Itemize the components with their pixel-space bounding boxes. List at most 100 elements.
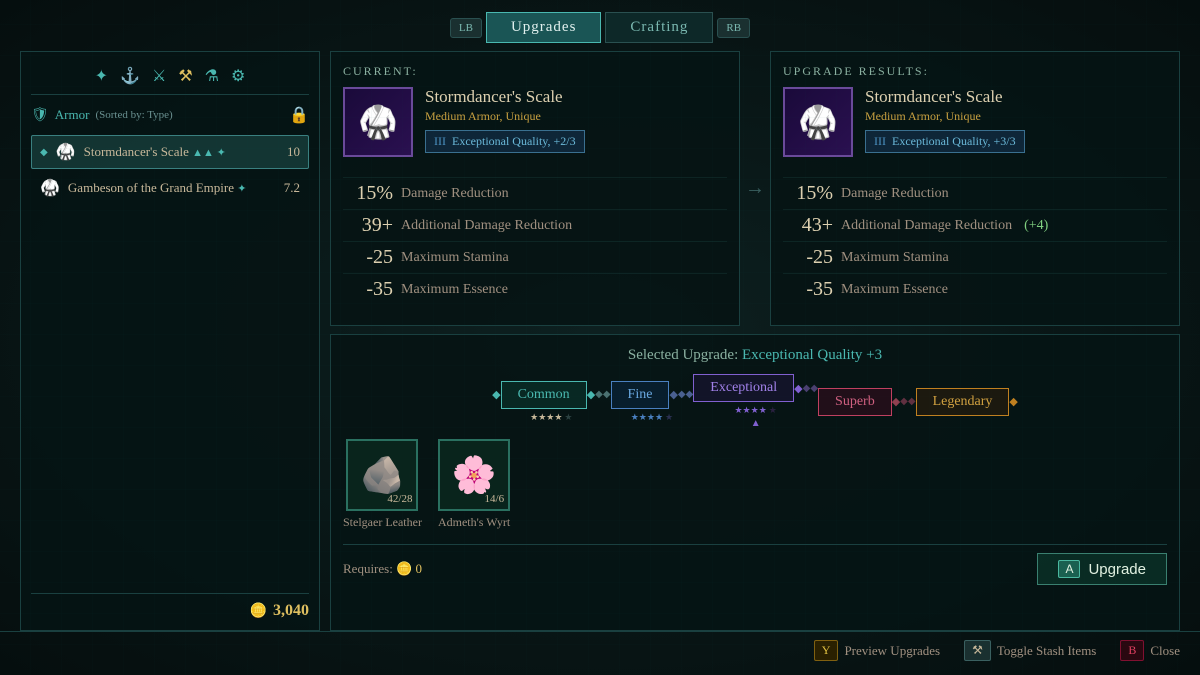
material-item: 🪨 42/28 Stelgaer Leather: [343, 439, 422, 530]
lock-icon: 🔒: [289, 105, 309, 125]
item-icon: 🥋: [56, 142, 76, 162]
upgrade-results-panel: UPGRADE RESULTS: 🥋 Stormdancer's Scale M…: [770, 51, 1180, 326]
tier-legendary[interactable]: Legendary ◆: [916, 388, 1018, 416]
stat-value: -25: [783, 246, 833, 269]
preview-label: Preview Upgrades: [844, 643, 940, 659]
stat-label: Maximum Stamina: [401, 246, 509, 266]
quality-bars: III: [874, 134, 886, 149]
results-details: Stormdancer's Scale Medium Armor, Unique…: [865, 87, 1167, 153]
armor-label: Armor: [55, 107, 90, 123]
selected-indicator: ◆: [40, 147, 48, 158]
material-item: 🌸 14/6 Admeth's Wyrt: [438, 439, 510, 530]
cat-icon-2[interactable]: ⚓: [120, 66, 140, 86]
armor-header: 🛡 Armor (Sorted by: Type) 🔒: [31, 101, 309, 129]
stat-label: Additional Damage Reduction: [841, 214, 1012, 234]
quality-bars: III: [434, 134, 446, 149]
tier-fine[interactable]: Fine ◆ ◆◆ ★★★★★: [611, 381, 694, 423]
list-item[interactable]: ◆ 🥋 Stormdancer's Scale ▲▲ ✦ 10: [31, 135, 309, 169]
bottom-bar: Y Preview Upgrades ⚒ Toggle Stash Items …: [0, 631, 1200, 669]
results-label: UPGRADE RESULTS:: [783, 64, 1167, 79]
tier-track: ◆ Common ◆ ◆◆ ★★★★★ Fine ◆ ◆◆: [343, 374, 1167, 429]
material-box-2: 🌸 14/6: [438, 439, 510, 511]
stat-row: 39+ Additional Damage Reduction: [343, 209, 727, 241]
list-item[interactable]: 🥋 Gambeson of the Grand Empire ✦ 7.2: [31, 171, 309, 205]
close-key: B: [1120, 640, 1144, 661]
tier-common[interactable]: ◆ Common ◆ ◆◆ ★★★★★: [492, 381, 610, 423]
tier-box-superb[interactable]: Superb: [818, 388, 892, 416]
upgrade-label-key: Selected Upgrade:: [628, 347, 738, 363]
tier-box-legendary[interactable]: Legendary: [916, 388, 1010, 416]
cat-icon-4[interactable]: ⚒: [178, 66, 192, 86]
stat-value: 39+: [343, 214, 393, 237]
stat-bonus: (+4): [1024, 214, 1048, 234]
tier-exceptional[interactable]: Exceptional ◆ ◆◆ ★★★★★ ▲: [693, 374, 818, 429]
gold-icon: 🪙: [250, 603, 267, 620]
current-item-subtitle: Medium Armor, Unique: [425, 109, 727, 124]
stat-value: 15%: [783, 182, 833, 205]
stat-row: -25 Maximum Stamina: [343, 241, 727, 273]
stat-label: Damage Reduction: [401, 182, 509, 202]
tier-box-fine[interactable]: Fine: [611, 381, 670, 409]
item-weight: 7.2: [284, 180, 300, 196]
material-count-2: 14/6: [485, 493, 505, 505]
stat-value: -35: [783, 278, 833, 301]
item-icon: 🥋: [40, 178, 60, 198]
armor-icon: 🛡: [31, 107, 49, 124]
material-name-1: Stelgaer Leather: [343, 515, 422, 530]
results-quality-badge: III Exceptional Quality, +3/3: [865, 130, 1025, 153]
quality-text: Exceptional Quality, +3/3: [892, 134, 1016, 149]
results-stats: 15% Damage Reduction 43+ Additional Dama…: [783, 169, 1167, 313]
cat-icon-1[interactable]: ✦: [95, 66, 108, 86]
main-layout: ✦ ⚓ ⚔ ⚒ ⚗ ⚙ 🛡 Armor (Sorted by: Type) 🔒 …: [0, 51, 1200, 631]
tab-upgrades[interactable]: Upgrades: [486, 12, 601, 43]
current-stats: 15% Damage Reduction 39+ Additional Dama…: [343, 169, 727, 313]
rb-trigger[interactable]: RB: [717, 18, 750, 38]
requires-gold-amount: 0: [416, 561, 423, 576]
stat-label: Maximum Stamina: [841, 246, 949, 266]
current-panel: CURRENT: 🥋 Stormdancer's Scale Medium Ar…: [330, 51, 740, 326]
results-item-info: 🥋 Stormdancer's Scale Medium Armor, Uniq…: [783, 87, 1167, 157]
stat-label: Additional Damage Reduction: [401, 214, 572, 234]
tier-box-exceptional[interactable]: Exceptional: [693, 374, 794, 402]
current-quality-badge: III Exceptional Quality, +2/3: [425, 130, 585, 153]
armor-sort: (Sorted by: Type): [95, 109, 172, 121]
results-item-name: Stormdancer's Scale: [865, 87, 1167, 107]
stat-value: 15%: [343, 182, 393, 205]
stat-value: -35: [343, 278, 393, 301]
tier-box-common[interactable]: Common: [501, 381, 587, 409]
current-item-info: 🥋 Stormdancer's Scale Medium Armor, Uniq…: [343, 87, 727, 157]
tab-crafting[interactable]: Crafting: [605, 12, 713, 43]
tier-stars-common: ★★★★★: [530, 412, 572, 423]
stash-key: ⚒: [964, 640, 991, 661]
material-box-1: 🪨 42/28: [346, 439, 418, 511]
compare-panels: CURRENT: 🥋 Stormdancer's Scale Medium Ar…: [330, 51, 1180, 326]
cat-icon-6[interactable]: ⚙: [231, 66, 245, 86]
item-stars: ▲▲ ✦: [192, 147, 226, 159]
cat-icon-5[interactable]: ⚗: [205, 66, 219, 86]
preview-upgrades-action[interactable]: Y Preview Upgrades: [814, 640, 940, 661]
item-name: Gambeson of the Grand Empire ✦: [68, 180, 276, 196]
current-thumbnail: 🥋: [343, 87, 413, 157]
material-icon-2: 🌸: [452, 454, 497, 496]
preview-key: Y: [814, 640, 839, 661]
panel-divider: →: [750, 51, 760, 326]
requires-row: Requires: 🪙 0 A Upgrade: [343, 544, 1167, 585]
category-icons: ✦ ⚓ ⚔ ⚒ ⚗ ⚙: [31, 62, 309, 95]
toggle-stash-action[interactable]: ⚒ Toggle Stash Items: [964, 640, 1096, 661]
gold-amount: 3,040: [273, 602, 309, 620]
gold-display: 🪙 3,040: [31, 593, 309, 620]
tier-stars-fine: ★★★★★: [631, 412, 673, 423]
upgrade-label-val2: Exceptional Quality +3: [742, 347, 882, 363]
lb-trigger[interactable]: LB: [450, 18, 482, 38]
stat-row: 15% Damage Reduction: [343, 177, 727, 209]
cat-icon-3[interactable]: ⚔: [152, 66, 166, 86]
current-label: CURRENT:: [343, 64, 727, 79]
tier-selected-indicator: ▲: [751, 418, 761, 429]
tier-superb[interactable]: Superb ◆ ◆◆: [818, 388, 916, 416]
requires-gold-icon: 🪙: [396, 561, 412, 576]
close-action[interactable]: B Close: [1120, 640, 1180, 661]
quality-text: Exceptional Quality, +2/3: [452, 134, 576, 149]
upgrade-button[interactable]: A Upgrade: [1037, 553, 1167, 585]
upgrade-bottom-panel: Selected Upgrade: Exceptional Quality +3…: [330, 334, 1180, 631]
item-name: Stormdancer's Scale ▲▲ ✦: [84, 144, 279, 160]
